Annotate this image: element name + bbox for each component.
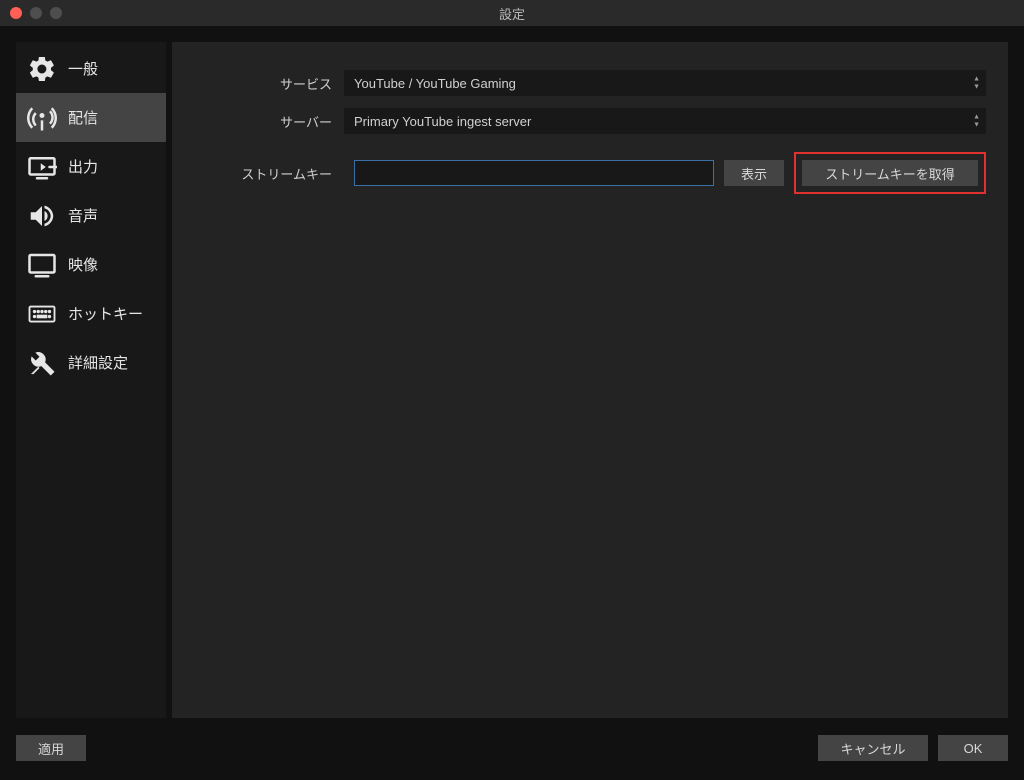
chevron-updown-icon: ▲▼ [973, 76, 980, 91]
output-icon [26, 151, 58, 183]
sidebar-item-general[interactable]: 一般 [16, 44, 166, 93]
service-value: YouTube / YouTube Gaming [354, 76, 516, 91]
tools-icon [26, 347, 58, 379]
apply-button[interactable]: 適用 [16, 735, 86, 761]
server-row: サーバー Primary YouTube ingest server ▲▼ [194, 108, 986, 134]
sidebar-item-hotkeys[interactable]: ホットキー [16, 289, 166, 338]
highlight-annotation: ストリームキーを取得 [794, 152, 986, 194]
sidebar-item-label: 配信 [68, 107, 98, 128]
streamkey-label: ストリームキー [194, 164, 344, 183]
server-value: Primary YouTube ingest server [354, 114, 531, 129]
service-select[interactable]: YouTube / YouTube Gaming ▲▼ [344, 70, 986, 96]
sidebar-item-output[interactable]: 出力 [16, 142, 166, 191]
sidebar-item-label: 映像 [68, 254, 98, 275]
minimize-window-icon[interactable] [30, 7, 42, 19]
speaker-icon [26, 200, 58, 232]
sidebar-item-label: 音声 [68, 205, 98, 226]
display-icon [26, 249, 58, 281]
sidebar-item-stream[interactable]: 配信 [16, 93, 166, 142]
streamkey-row: ストリームキー 表示 ストリームキーを取得 [194, 152, 986, 194]
sidebar: 一般 配信 出力 音声 [16, 42, 166, 718]
sidebar-item-label: 一般 [68, 58, 98, 79]
ok-button[interactable]: OK [938, 735, 1008, 761]
gear-icon [26, 53, 58, 85]
close-window-icon[interactable] [10, 7, 22, 19]
sidebar-item-label: 詳細設定 [68, 352, 128, 373]
sidebar-item-label: ホットキー [68, 303, 143, 324]
server-select[interactable]: Primary YouTube ingest server ▲▼ [344, 108, 986, 134]
body-area: 一般 配信 出力 音声 [0, 26, 1024, 780]
cancel-button[interactable]: キャンセル [818, 735, 928, 761]
content-pane: サービス YouTube / YouTube Gaming ▲▼ サーバー Pr… [172, 42, 1008, 718]
titlebar: 設定 [0, 0, 1024, 26]
sidebar-item-audio[interactable]: 音声 [16, 191, 166, 240]
footer: 適用 キャンセル OK [16, 718, 1008, 764]
service-label: サービス [194, 74, 344, 93]
streamkey-input[interactable] [354, 160, 714, 186]
service-row: サービス YouTube / YouTube Gaming ▲▼ [194, 70, 986, 96]
sidebar-item-video[interactable]: 映像 [16, 240, 166, 289]
window-controls [10, 7, 62, 19]
get-streamkey-button[interactable]: ストリームキーを取得 [802, 160, 978, 186]
main-row: 一般 配信 出力 音声 [16, 42, 1008, 718]
sidebar-item-advanced[interactable]: 詳細設定 [16, 338, 166, 387]
sidebar-item-label: 出力 [68, 156, 98, 177]
chevron-updown-icon: ▲▼ [973, 114, 980, 129]
window-title: 設定 [499, 4, 525, 23]
broadcast-icon [26, 102, 58, 134]
show-streamkey-button[interactable]: 表示 [724, 160, 784, 186]
server-label: サーバー [194, 112, 344, 131]
zoom-window-icon[interactable] [50, 7, 62, 19]
keyboard-icon [26, 298, 58, 330]
